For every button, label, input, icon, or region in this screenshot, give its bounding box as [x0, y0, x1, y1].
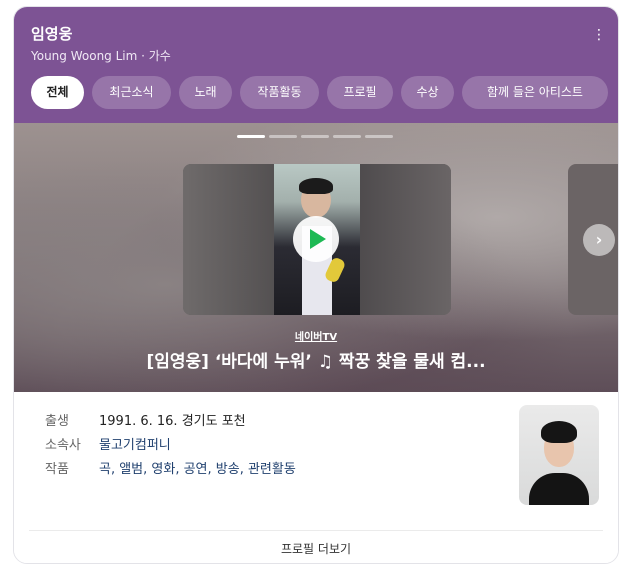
tab-profile[interactable]: 프로필 — [327, 76, 393, 109]
portrait-hair — [541, 421, 577, 443]
portrait-body — [529, 473, 589, 505]
works-links[interactable]: 곡, 앨범, 영화, 공연, 방송, 관련활동 — [99, 458, 296, 477]
agency-link[interactable]: 물고기컴퍼니 — [99, 434, 171, 453]
tab-songs[interactable]: 노래 — [179, 76, 232, 109]
artist-subtitle: Young Woong Lim · 가수 — [31, 49, 171, 63]
video-thumbnail[interactable] — [183, 164, 451, 315]
tab-awards[interactable]: 수상 — [401, 76, 454, 109]
card-header: 임영웅 Young Woong Lim · 가수 ⋮ 전체 최근소식 노래 작품… — [14, 7, 618, 123]
tab-recent-news[interactable]: 최근소식 — [92, 76, 171, 109]
artist-portrait[interactable] — [519, 405, 599, 505]
kebab-menu-icon[interactable]: ⋮ — [592, 27, 606, 43]
tab-works[interactable]: 작품활동 — [240, 76, 319, 109]
performer-hair — [299, 178, 333, 194]
profile-key: 소속사 — [45, 438, 81, 453]
chevron-right-icon: › — [595, 230, 603, 249]
tab-all[interactable]: 전체 — [31, 76, 84, 109]
video-carousel: › 네이버TV [임영웅] ‘바다에 누워’ ♫ 짝꿍 찾을 물새 컴... — [14, 123, 618, 392]
video-source[interactable]: 네이버TV — [14, 328, 618, 343]
divider — [29, 530, 603, 531]
profile-key: 출생 — [45, 414, 69, 429]
carousel-dot[interactable] — [365, 135, 393, 138]
next-slide-button[interactable]: › — [583, 224, 615, 256]
profile-value: 1991. 6. 16. 경기도 포천 — [99, 414, 246, 429]
artist-card: 임영웅 Young Woong Lim · 가수 ⋮ 전체 최근소식 노래 작품… — [13, 6, 619, 564]
profile-key: 작품 — [45, 462, 69, 477]
carousel-dot[interactable] — [333, 135, 361, 138]
profile-more-button[interactable]: 프로필 더보기 — [14, 540, 618, 557]
carousel-dot[interactable] — [269, 135, 297, 138]
carousel-dot[interactable] — [237, 135, 265, 138]
carousel-dot[interactable] — [301, 135, 329, 138]
artist-name[interactable]: 임영웅 — [31, 23, 72, 44]
video-caption[interactable]: [임영웅] ‘바다에 누워’ ♫ 짝꿍 찾을 물새 컴... — [14, 347, 618, 372]
play-icon[interactable] — [293, 216, 339, 262]
tab-related-artists[interactable]: 함께 들은 아티스트 — [462, 76, 608, 109]
profile-info: 출생 1991. 6. 16. 경기도 포천 소속사 물고기컴퍼니 작품 곡, … — [14, 392, 618, 563]
